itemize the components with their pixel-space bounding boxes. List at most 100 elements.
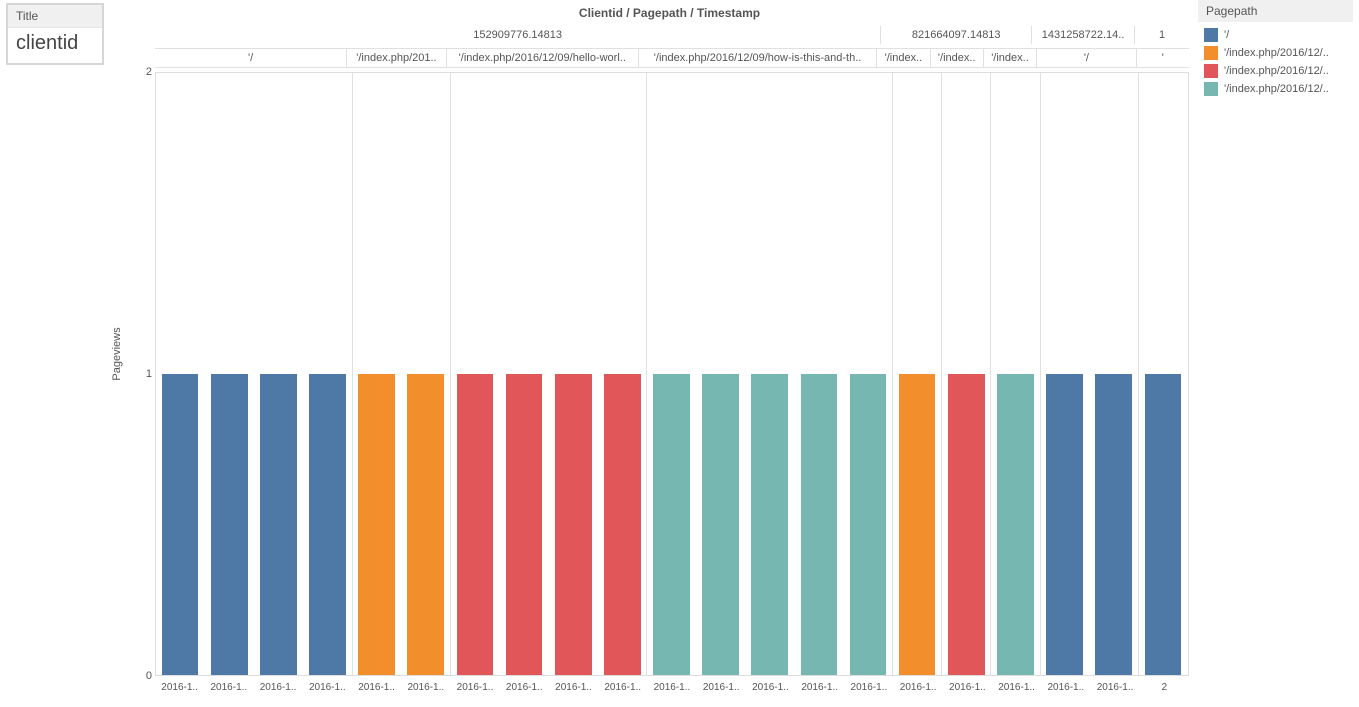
- x-tick: 2016-1..: [697, 682, 746, 693]
- x-tick: 2016-1..: [1090, 682, 1139, 693]
- bar-slot: [353, 73, 402, 675]
- bar[interactable]: [309, 374, 346, 675]
- y-tick: 1: [146, 368, 152, 380]
- hierarchy-cell[interactable]: '/index.php/2016/12/09/how-is-this-and-t…: [639, 49, 877, 67]
- bar-slot: [795, 73, 844, 675]
- bar-slot: [303, 73, 352, 675]
- legend-label: '/index.php/2016/12/..: [1224, 47, 1329, 59]
- hierarchy-row-clientid: 152909776.14813821664097.148131431258722…: [155, 26, 1189, 44]
- hierarchy-cell[interactable]: 821664097.14813: [881, 26, 1032, 44]
- bar[interactable]: [358, 374, 395, 675]
- bar[interactable]: [1046, 374, 1083, 675]
- chart-plot-area[interactable]: [155, 72, 1189, 676]
- x-tick: 2016-1..: [401, 682, 450, 693]
- hierarchy-cell[interactable]: 152909776.14813: [155, 26, 881, 44]
- title-card-value[interactable]: clientid: [8, 28, 102, 63]
- x-tick: 2016-1..: [253, 682, 302, 693]
- bar-slot: [893, 73, 942, 675]
- x-tick: 2016-1..: [352, 682, 401, 693]
- bar-slot: [1041, 73, 1090, 675]
- legend-item[interactable]: '/index.php/2016/12/..: [1198, 80, 1353, 98]
- hierarchy-cell[interactable]: '/: [1037, 49, 1137, 67]
- bar-slot: [500, 73, 549, 675]
- chart-title: Clientid / Pagepath / Timestamp: [150, 6, 1189, 20]
- y-tick: 0: [146, 670, 152, 682]
- hierarchy-cell[interactable]: '/index..: [931, 49, 984, 67]
- x-tick: 2016-1..: [155, 682, 204, 693]
- bar-slot: [991, 73, 1040, 675]
- bar[interactable]: [407, 374, 444, 675]
- bar-slot: [1139, 73, 1188, 675]
- bar[interactable]: [899, 374, 936, 675]
- bar[interactable]: [702, 374, 739, 675]
- x-tick: 2: [1140, 682, 1189, 693]
- bar[interactable]: [1095, 374, 1132, 675]
- title-card: Title clientid: [6, 3, 104, 65]
- bar-slot: [746, 73, 795, 675]
- x-axis-ticks: 2016-1..2016-1..2016-1..2016-1..2016-1..…: [155, 682, 1189, 693]
- bar-slot: [697, 73, 746, 675]
- hierarchy-cell[interactable]: 1431258722.14..: [1032, 26, 1135, 44]
- x-tick: 2016-1..: [894, 682, 943, 693]
- legend-item[interactable]: '/: [1198, 26, 1353, 44]
- bar[interactable]: [1145, 374, 1182, 675]
- legend-title: Pagepath: [1198, 0, 1353, 22]
- bar[interactable]: [162, 374, 199, 675]
- bar-slot: [254, 73, 303, 675]
- x-tick: 2016-1..: [598, 682, 647, 693]
- hierarchy-cell[interactable]: ': [1137, 49, 1189, 67]
- x-tick: 2016-1..: [795, 682, 844, 693]
- hierarchy-cell[interactable]: '/index..: [877, 49, 930, 67]
- bar-slot: [451, 73, 500, 675]
- bar[interactable]: [457, 374, 494, 675]
- bar[interactable]: [751, 374, 788, 675]
- legend-item[interactable]: '/index.php/2016/12/..: [1198, 62, 1353, 80]
- hierarchy-cell[interactable]: '/index..: [984, 49, 1037, 67]
- x-tick: 2016-1..: [844, 682, 893, 693]
- bar[interactable]: [555, 374, 592, 675]
- x-tick: 2016-1..: [647, 682, 696, 693]
- legend-label: '/index.php/2016/12/..: [1224, 65, 1329, 77]
- legend-swatch: [1204, 28, 1218, 42]
- bar-slot: [942, 73, 991, 675]
- y-axis-label: Pageviews: [111, 327, 123, 380]
- bar[interactable]: [506, 374, 543, 675]
- bar-slot: [156, 73, 205, 675]
- bar[interactable]: [604, 374, 641, 675]
- hierarchy-cell[interactable]: '/index.php/2016/12/09/hello-worl..: [447, 49, 639, 67]
- legend-item[interactable]: '/index.php/2016/12/..: [1198, 44, 1353, 62]
- bar[interactable]: [948, 374, 985, 675]
- x-tick: 2016-1..: [549, 682, 598, 693]
- bar[interactable]: [997, 374, 1034, 675]
- legend: Pagepath '/ '/index.php/2016/12/.. '/index…: [1198, 0, 1353, 98]
- bar[interactable]: [260, 374, 297, 675]
- bar-slot: [205, 73, 254, 675]
- bar[interactable]: [801, 374, 838, 675]
- legend-swatch: [1204, 82, 1218, 96]
- bar-slot: [647, 73, 696, 675]
- x-tick: 2016-1..: [943, 682, 992, 693]
- x-tick: 2016-1..: [500, 682, 549, 693]
- bar[interactable]: [653, 374, 690, 675]
- x-tick: 2016-1..: [303, 682, 352, 693]
- hierarchy-cell[interactable]: 1: [1135, 26, 1189, 44]
- bar[interactable]: [850, 374, 887, 675]
- bar-slot: [549, 73, 598, 675]
- legend-swatch: [1204, 64, 1218, 78]
- bar-slot: [1090, 73, 1139, 675]
- title-card-label: Title: [8, 5, 102, 28]
- hierarchy-cell[interactable]: '/: [155, 49, 347, 67]
- x-tick: 2016-1..: [204, 682, 253, 693]
- hierarchy-cell[interactable]: '/index.php/201..: [347, 49, 447, 67]
- bar-slot: [598, 73, 647, 675]
- x-tick: 2016-1..: [746, 682, 795, 693]
- y-tick: 2: [146, 66, 152, 78]
- bar[interactable]: [211, 374, 248, 675]
- legend-label: '/: [1224, 29, 1229, 41]
- x-tick: 2016-1..: [1041, 682, 1090, 693]
- bar-slot: [844, 73, 893, 675]
- bar-slot: [402, 73, 451, 675]
- legend-swatch: [1204, 46, 1218, 60]
- hierarchy-row-pagepath: '/'/index.php/201..'/index.php/2016/12/0…: [155, 48, 1189, 68]
- legend-label: '/index.php/2016/12/..: [1224, 83, 1329, 95]
